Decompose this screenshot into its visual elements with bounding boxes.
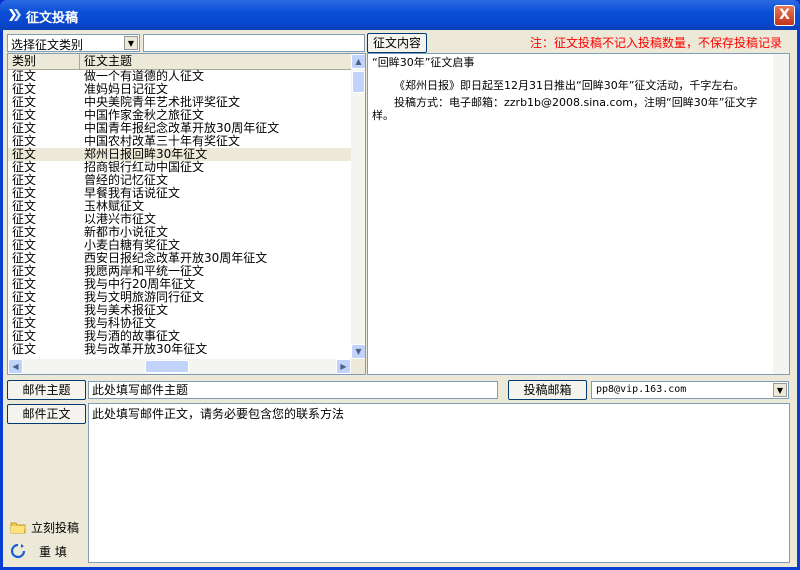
search-input[interactable] [143,34,365,52]
row-topic: 我与改革开放30年征文 [84,342,208,356]
notice-text: 注：征文投稿不记入投稿数量，不保存投稿记录 [530,36,783,50]
refresh-icon [10,543,26,559]
column-header-category[interactable]: 类别 [8,54,80,70]
content-paragraph: 投稿方式：电子邮箱：zzrb1b@2008.sina.com，注明“回眸30年”… [372,96,758,122]
content-paragraph: 《郑州日报》即日起至12月31日推出“回眸30年”征文活动，千字左右。 [394,79,745,92]
close-button[interactable]: X [774,5,795,26]
table-row[interactable]: 征文 招商银行红动中国征文 [8,161,351,174]
table-row[interactable]: 征文 我与美术报征文 [8,304,351,317]
mailbox-select-value: pp8@vip.163.com [596,384,687,395]
column-header-topic[interactable]: 征文主题 [80,54,351,70]
list-vertical-scrollbar[interactable]: ▲ ▼ [351,54,365,359]
table-row[interactable]: 征文 做一个有道德的人征文 [8,70,351,83]
chevron-down-icon[interactable]: ▼ [124,36,138,50]
table-row[interactable]: 征文 以港兴市征文 [8,213,351,226]
mailbox-button[interactable]: 投稿邮箱 [508,380,587,400]
category-select[interactable]: 选择征文类别 ▼ [7,34,140,52]
table-row[interactable]: 征文 我与改革开放30年征文 [8,343,351,356]
close-icon: X [779,7,790,23]
chevron-down-icon[interactable]: ▼ [773,383,787,397]
list-rows: 征文 做一个有道德的人征文 征文 准妈妈日记征文 征文 中央美院青年艺术批评奖征文 征文 中国… [8,70,351,356]
table-row[interactable]: 征文 早餐我有话说征文 [8,187,351,200]
subject-input[interactable]: 此处填写邮件主题 [88,381,498,399]
scroll-up-icon[interactable]: ▲ [351,54,365,69]
table-row[interactable]: 征文 玉林赋征文 [8,200,351,213]
scroll-down-icon[interactable]: ▼ [351,344,365,359]
reset-label: 重 填 [39,545,67,559]
body-button[interactable]: 邮件正文 [7,404,86,424]
list-header: 类别 征文主题 [8,54,351,70]
content-vertical-scrollbar[interactable] [773,54,789,374]
scroll-left-icon[interactable]: ◀ [8,359,23,374]
content-title: “回眸30年”征文启事 [372,56,475,69]
scrollbar-thumb[interactable] [145,360,189,373]
scrollbar-corner [351,359,365,374]
folder-icon [10,522,26,534]
category-select-value: 选择征文类别 [11,38,84,52]
reset-button[interactable]: 重 填 [7,541,86,560]
mailbox-select[interactable]: pp8@vip.163.com ▼ [591,381,789,399]
topic-list: 类别 征文主题 征文 做一个有道德的人征文 征文 准妈妈日记征文 征文 中央美院青年艺术批… [7,53,366,375]
row-category: 征文 [12,342,37,356]
app-icon [9,9,21,21]
content-button[interactable]: 征文内容 [367,33,427,53]
submit-label: 立刻投稿 [31,521,80,535]
table-row[interactable]: 征文 我与文明旅游同行征文 [8,291,351,304]
scroll-right-icon[interactable]: ▶ [336,359,351,374]
submit-button[interactable]: 立刻投稿 [7,517,86,536]
content-text: “回眸30年”征文启事 《郑州日报》即日起至12月31日推出“回眸30年”征文活… [372,56,772,132]
body-input[interactable]: 此处填写邮件正文，请务必要包含您的联系方法 [88,403,790,563]
subject-button[interactable]: 邮件主题 [7,380,86,400]
window-title: 征文投稿 [26,11,79,26]
scrollbar-thumb[interactable] [352,71,365,93]
content-preview[interactable]: “回眸30年”征文启事 《郑州日报》即日起至12月31日推出“回眸30年”征文活… [367,53,790,375]
title-bar: 征文投稿 X [0,0,800,30]
main-window: 征文投稿 X 选择征文类别 ▼ 征文内容 注：征文投稿不记入投稿数量，不保存投稿… [0,0,800,570]
list-horizontal-scrollbar[interactable]: ◀ ▶ [8,359,351,374]
